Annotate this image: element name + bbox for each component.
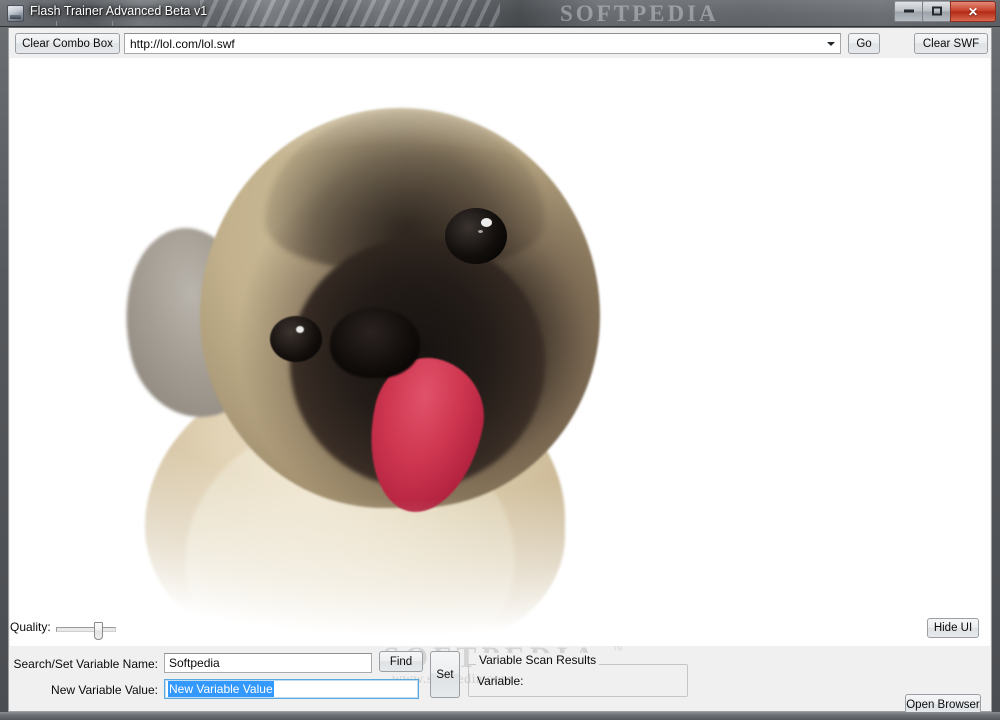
- set-button[interactable]: Set: [430, 651, 460, 698]
- variable-scan-results-title: Variable Scan Results: [476, 653, 600, 667]
- title-bar[interactable]: SOFTPEDIA Flash Trainer Advanced Beta v1…: [0, 0, 1000, 27]
- quality-slider-tick: [56, 21, 57, 26]
- window-controls: ✕: [894, 1, 996, 22]
- variable-result-label: Variable:: [477, 674, 524, 688]
- url-combo-box[interactable]: http://lol.com/lol.swf: [124, 33, 841, 54]
- application-window: SOFTPEDIA Flash Trainer Advanced Beta v1…: [0, 0, 1000, 720]
- toolbar: Clear Combo Box http://lol.com/lol.swf G…: [9, 28, 991, 58]
- maximize-icon: [923, 6, 950, 17]
- url-input[interactable]: http://lol.com/lol.swf: [130, 37, 235, 51]
- quality-slider-tick: [112, 21, 113, 26]
- selected-text: New Variable Value: [168, 681, 274, 697]
- go-button[interactable]: Go: [848, 33, 880, 54]
- close-button[interactable]: ✕: [950, 1, 996, 22]
- client-area: Clear Combo Box http://lol.com/lol.swf G…: [8, 28, 992, 712]
- search-variable-label: Search/Set Variable Name:: [13, 657, 158, 671]
- new-variable-value-label: New Variable Value:: [51, 683, 158, 697]
- pug-dog-image: [104, 58, 655, 646]
- quality-label: Quality:: [10, 620, 51, 634]
- quality-slider-track[interactable]: [56, 627, 116, 632]
- titlebar-watermark-text: SOFTPEDIA: [560, 1, 719, 26]
- minimize-button[interactable]: [894, 1, 923, 22]
- close-icon: ✕: [967, 4, 979, 19]
- pug-nose: [330, 308, 420, 378]
- maximize-button[interactable]: [922, 1, 951, 22]
- pug-eye-right: [445, 208, 507, 264]
- window-title: Flash Trainer Advanced Beta v1: [30, 4, 208, 18]
- titlebar-backdrop-stripes: [200, 0, 500, 27]
- clear-combo-box-button[interactable]: Clear Combo Box: [15, 33, 120, 54]
- clear-swf-button[interactable]: Clear SWF: [914, 33, 988, 54]
- quality-slider-thumb[interactable]: [94, 622, 103, 640]
- pug-eye-left: [270, 316, 322, 362]
- flash-stage[interactable]: [10, 58, 990, 646]
- new-variable-value-input[interactable]: New Variable Value: [164, 679, 419, 699]
- flash-trainer-icon: [7, 5, 24, 22]
- window-bottom-frame: [0, 712, 1000, 720]
- quality-slider[interactable]: [56, 622, 116, 642]
- hide-ui-button[interactable]: Hide UI: [927, 618, 979, 638]
- search-variable-input[interactable]: Softpedia: [164, 653, 372, 673]
- chevron-down-icon[interactable]: [822, 34, 840, 53]
- minimize-icon: [895, 6, 922, 17]
- find-button[interactable]: Find: [379, 651, 423, 672]
